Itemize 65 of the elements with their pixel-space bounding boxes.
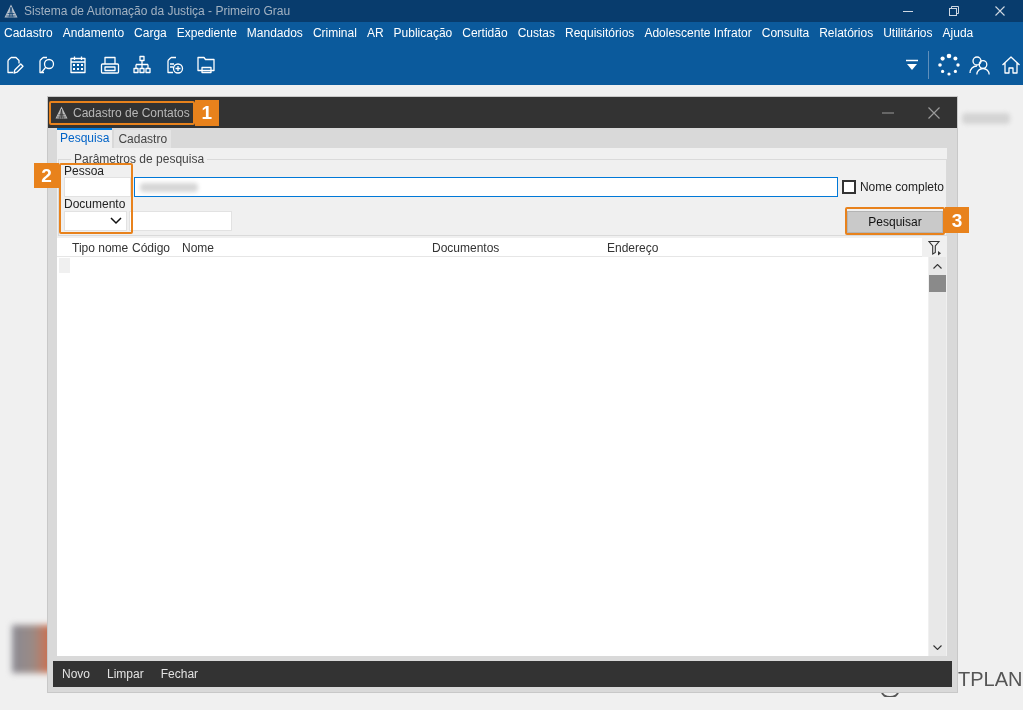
hierarchy-icon[interactable] — [132, 55, 152, 75]
menu-item[interactable]: Criminal — [312, 26, 357, 41]
menu-item[interactable]: Consulta — [761, 26, 810, 41]
menu-item[interactable]: Requisitórios — [565, 26, 635, 41]
menu-item[interactable]: AR — [366, 26, 384, 41]
close-icon — [928, 106, 940, 119]
document-plus-icon[interactable] — [164, 55, 184, 75]
home-icon[interactable] — [1001, 55, 1021, 75]
loading-icon[interactable] — [937, 53, 961, 77]
column-header[interactable]: Endereço — [607, 241, 659, 255]
column-header[interactable]: Tipo nome — [72, 241, 129, 255]
app-logo-icon — [4, 4, 18, 18]
callout-number: 2 — [34, 163, 59, 188]
checkbox-label: Nome completo — [859, 180, 944, 194]
column-header[interactable]: Nome — [182, 241, 214, 255]
menu-item[interactable]: Expediente — [176, 26, 237, 41]
document-magnifier-icon[interactable] — [36, 55, 56, 75]
menu-item[interactable]: Relatórios — [819, 26, 874, 41]
search-button[interactable]: Pesquisar — [847, 211, 943, 233]
menu-item[interactable]: Carga — [134, 26, 167, 41]
restore-icon — [949, 6, 959, 16]
background-logo-text: TPLAN — [958, 667, 1023, 691]
menu-item[interactable]: Certidão — [462, 26, 508, 41]
dialog-title: Cadastro de Contatos — [73, 105, 190, 120]
dropdown-field[interactable] — [64, 211, 127, 231]
menu-item[interactable]: Ajuda — [942, 26, 974, 41]
menu-item[interactable]: Andamento — [62, 26, 125, 41]
column-header[interactable]: Documentos — [432, 241, 500, 255]
group-legend: Parâmetros de pesquisa — [71, 152, 208, 166]
menu-item[interactable]: Adolescente Infrator — [644, 26, 752, 41]
blurred-value — [140, 182, 198, 192]
callout-number: 3 — [945, 207, 969, 233]
users-icon[interactable] — [969, 55, 991, 75]
logo-arc-icon — [881, 692, 899, 697]
chevron-down-icon — [933, 644, 942, 650]
menu-item[interactable]: Utilitários — [883, 26, 933, 41]
footer-button[interactable]: Fechar — [160, 667, 199, 681]
document-pencil-icon[interactable] — [4, 55, 24, 75]
window-title: Sistema de Automação da Justiça - Primeiro Grau — [24, 3, 291, 20]
tab[interactable]: Pesquisa — [57, 128, 113, 148]
menu-item[interactable]: Cadastro — [4, 26, 53, 41]
checkbox[interactable] — [841, 180, 856, 194]
callout-number: 1 — [194, 99, 219, 126]
footer-button[interactable]: Limpar — [107, 667, 144, 681]
menu-item[interactable]: Custas — [517, 26, 555, 41]
column-header[interactable]: Código — [132, 241, 171, 255]
blurred-text-block — [962, 113, 1010, 124]
app-logo-icon — [55, 106, 68, 119]
field-label: Documento — [64, 198, 126, 210]
field-label: Pessoa — [64, 165, 105, 177]
chevron-up-icon — [933, 263, 942, 269]
scrollbar-thumb[interactable] — [929, 275, 946, 292]
calendar-icon[interactable] — [68, 55, 88, 75]
input-field[interactable] — [134, 177, 838, 197]
close-icon — [995, 6, 1005, 16]
menu-item[interactable]: Publicação — [393, 26, 453, 41]
printer-icon[interactable] — [100, 55, 120, 75]
chevron-down-icon — [110, 217, 122, 225]
filter-icon[interactable] — [927, 239, 942, 256]
menu-item[interactable]: Mandados — [246, 26, 303, 41]
minimize-icon — [882, 111, 894, 114]
tab[interactable]: Cadastro — [114, 130, 172, 148]
dropdown-icon[interactable] — [905, 59, 919, 71]
folder-icon[interactable] — [196, 55, 216, 75]
footer-button[interactable]: Novo — [62, 667, 90, 681]
